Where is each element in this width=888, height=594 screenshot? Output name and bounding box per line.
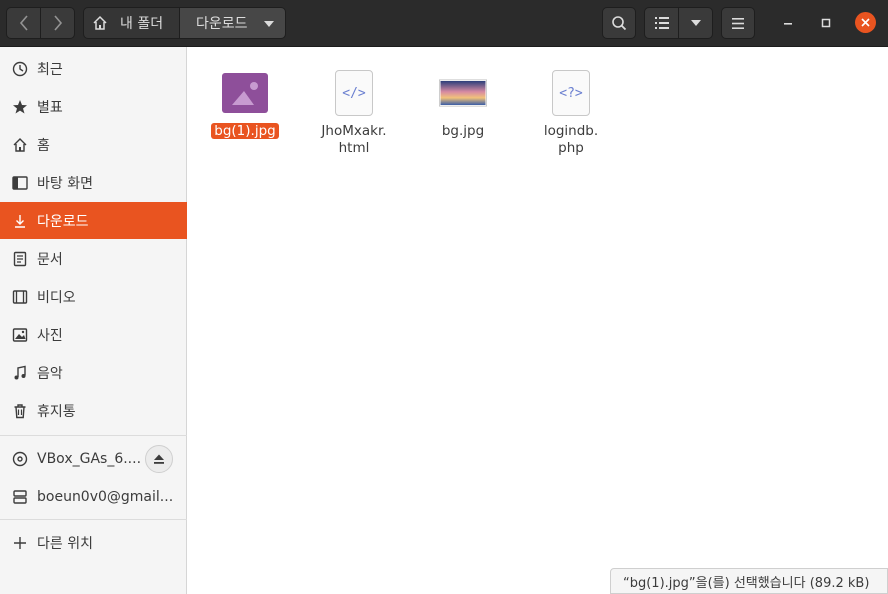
sidebar-item-music[interactable]: 음악 <box>0 354 187 392</box>
sidebar-item-label: 별표 <box>37 100 63 116</box>
close-button[interactable] <box>855 12 876 33</box>
sidebar-item-trash[interactable]: 휴지통 <box>0 392 187 430</box>
search-icon <box>612 16 627 31</box>
chevron-down-icon <box>264 21 274 27</box>
back-button[interactable] <box>6 7 41 39</box>
path-home-button[interactable]: 내 폴더 <box>83 7 180 39</box>
sidebar-item-network-drive[interactable]: boeun0v0@gmail... <box>0 478 187 516</box>
sidebar-item-label: 바탕 화면 <box>37 176 93 192</box>
script-file-icon: <?> <box>552 70 590 116</box>
film-icon <box>11 289 28 306</box>
maximize-button[interactable] <box>816 13 836 33</box>
document-icon <box>11 251 28 268</box>
home-icon <box>93 15 107 30</box>
main-menu-button[interactable] <box>721 7 755 39</box>
eject-icon <box>154 454 164 464</box>
list-view-button[interactable] <box>644 7 679 39</box>
chevron-down-icon <box>690 20 701 26</box>
sidebar-item-downloads[interactable]: 다운로드 <box>0 202 187 239</box>
file-name: bg.jpg <box>441 123 485 139</box>
list-view-icon <box>654 17 669 29</box>
sidebar-item-label: 최근 <box>37 62 63 78</box>
file-item-php[interactable]: <?> logindb. php <box>526 69 616 157</box>
sidebar-item-pictures[interactable]: 사진 <box>0 316 187 354</box>
selection-status: “bg(1).jpg”을(를) 선택했습니다 (89.2 kB) <box>610 568 888 594</box>
file-name: bg(1).jpg <box>211 123 279 139</box>
sidebar-item-other-locations[interactable]: 다른 위치 <box>0 524 187 562</box>
clock-icon <box>11 61 28 78</box>
trash-icon <box>11 403 28 420</box>
image-file-icon <box>221 69 269 117</box>
file-name: logindb. php <box>543 123 599 156</box>
file-item-bg1-jpg[interactable]: bg(1).jpg <box>200 69 290 140</box>
sidebar-item-label: 비디오 <box>37 290 76 306</box>
path-home-label: 내 폴더 <box>120 16 164 32</box>
forward-icon <box>53 15 62 31</box>
music-icon <box>11 365 28 382</box>
sidebar-item-documents[interactable]: 문서 <box>0 240 187 278</box>
file-name: JhoMxakr. html <box>321 123 387 156</box>
sidebar-item-videos[interactable]: 비디오 <box>0 278 187 316</box>
picture-icon <box>11 327 28 344</box>
path-current-label: 다운로드 <box>196 16 248 32</box>
download-icon <box>11 212 28 229</box>
sidebar: 최근 별표 홈 바탕 화면 다운로드 문서 비디오 사진 음악 휴지통 VBox… <box>0 47 187 594</box>
network-drive-icon <box>11 489 28 506</box>
sidebar-item-label: 다른 위치 <box>37 536 93 552</box>
file-view: bg(1).jpg </> JhoMxakr. html bg.jpg <?> … <box>188 47 888 594</box>
sidebar-item-label: VBox_GAs_6.... <box>37 451 142 467</box>
sidebar-item-recent[interactable]: 최근 <box>0 50 187 88</box>
sidebar-item-label: 홈 <box>37 138 50 154</box>
sidebar-item-label: 사진 <box>37 328 63 344</box>
sidebar-item-desktop[interactable]: 바탕 화면 <box>0 164 187 202</box>
sidebar-item-label: 휴지통 <box>37 404 76 420</box>
header-bar: 내 폴더 다운로드 <box>0 0 888 47</box>
sidebar-item-label: 음악 <box>37 366 63 382</box>
minimize-button[interactable] <box>778 13 798 33</box>
back-icon <box>19 15 28 31</box>
sidebar-divider <box>0 435 187 436</box>
sidebar-item-starred[interactable]: 별표 <box>0 88 187 126</box>
disc-icon <box>11 451 28 468</box>
forward-button[interactable] <box>40 7 75 39</box>
file-manager-window: 내 폴더 다운로드 최근 별표 홈 바탕 화면 다운로드 문서 비디오 사진 음… <box>0 0 888 594</box>
desktop-icon <box>11 175 28 192</box>
sidebar-item-label: boeun0v0@gmail... <box>37 489 174 505</box>
star-icon <box>11 99 28 116</box>
sidebar-divider <box>0 519 187 520</box>
eject-button[interactable] <box>145 445 173 473</box>
maximize-icon <box>821 18 831 28</box>
photo-thumbnail <box>439 69 487 117</box>
home-icon <box>11 137 28 154</box>
file-item-html[interactable]: </> JhoMxakr. html <box>309 69 399 157</box>
plus-icon <box>11 535 28 552</box>
code-file-icon: </> <box>335 70 373 116</box>
sidebar-item-home[interactable]: 홈 <box>0 126 187 164</box>
close-icon <box>861 18 870 27</box>
search-button[interactable] <box>602 7 636 39</box>
file-item-bg-jpg[interactable]: bg.jpg <box>418 69 508 140</box>
sidebar-item-label: 문서 <box>37 252 63 268</box>
menu-icon <box>732 17 744 29</box>
sidebar-item-label: 다운로드 <box>37 213 89 230</box>
minimize-icon <box>784 23 792 25</box>
path-current-button[interactable]: 다운로드 <box>179 7 286 39</box>
view-options-button[interactable] <box>678 7 713 39</box>
